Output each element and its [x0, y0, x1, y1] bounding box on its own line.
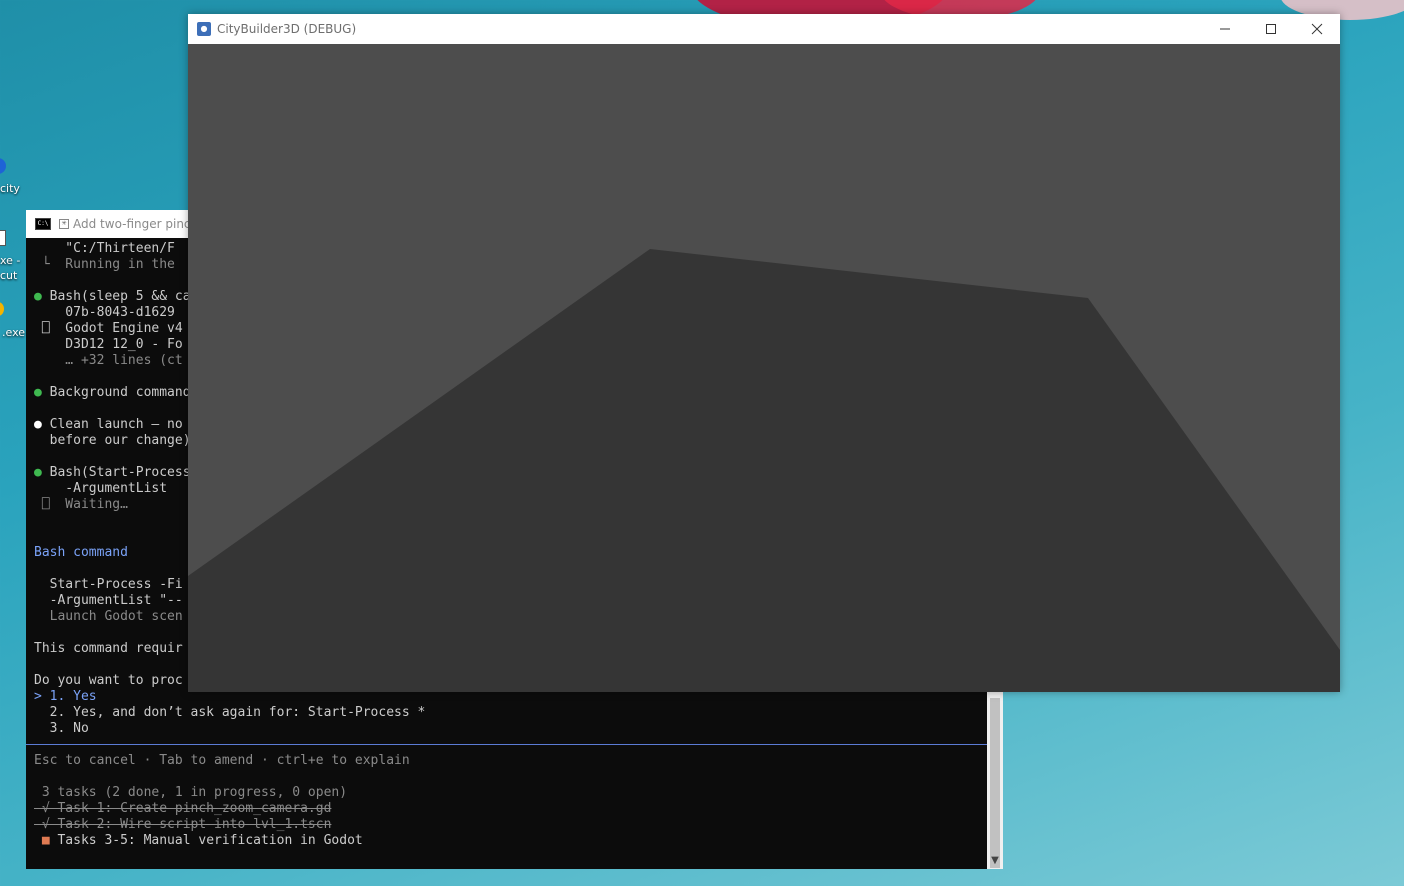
terminal-line: Esc to cancel · Tab to amend · ctrl+e to… — [34, 753, 410, 768]
terminal-line: ● Bash(sleep 5 && ca — [34, 289, 191, 304]
terminal-line: √ Task 1: Create pinch_zoom_camera.gd — [34, 801, 332, 816]
terminal-line: -ArgumentList "-- — [34, 593, 183, 608]
maximize-icon — [1266, 24, 1276, 34]
desktop-icon-label: xe - — [0, 254, 21, 267]
terminal-line: 07b-8043-d1629 — [34, 305, 175, 320]
desktop-icon-label: .exe — [2, 326, 26, 339]
desktop-icon-label: cut — [0, 269, 18, 282]
terminal-line: This command requir — [34, 641, 183, 656]
terminal-line: √ Task 2: Wire script into lvl_1.tscn — [34, 817, 332, 832]
desktop-icon-label: city — [0, 182, 20, 195]
maximize-button[interactable] — [1248, 14, 1294, 44]
terminal-line: └ Running in the — [34, 257, 183, 272]
minimize-button[interactable] — [1202, 14, 1248, 44]
terminal-line: Bash command — [34, 545, 128, 560]
minimize-icon — [1220, 28, 1230, 30]
scrollbar-thumb[interactable] — [990, 698, 1000, 868]
godot-icon: ● — [197, 22, 211, 36]
terminal-line: ⎕ Godot Engine v4 — [34, 321, 183, 336]
terminal-title: Add two-finger pinch — [73, 217, 199, 231]
terminal-line: Do you want to proc — [34, 673, 183, 688]
terminal-line: Launch Godot scen — [34, 609, 183, 624]
ground-plane — [188, 249, 1340, 692]
game-title: CityBuilder3D (DEBUG) — [217, 22, 357, 36]
scroll-down-icon[interactable]: ▼ — [987, 853, 1003, 869]
ground-plane-shape — [188, 249, 1340, 692]
terminal-line: -ArgumentList — [34, 481, 175, 496]
terminal-line: Start-Process -Fi — [34, 577, 183, 592]
terminal-line: ⎕ Waiting… — [34, 497, 128, 512]
terminal-line: D3D12 12_0 - Fo — [34, 337, 183, 352]
desktop-icon-city[interactable] — [0, 158, 6, 174]
game-titlebar[interactable]: ● CityBuilder3D (DEBUG) — [188, 14, 1340, 44]
terminal-line: 2. Yes, and don’t ask again for: Start-P… — [34, 705, 426, 720]
game-viewport[interactable] — [188, 44, 1340, 692]
console-icon: C:\ — [35, 218, 51, 230]
terminal-line: ● Clean launch — no — [34, 417, 191, 432]
game-window[interactable]: ● CityBuilder3D (DEBUG) — [188, 14, 1340, 692]
close-button[interactable] — [1294, 14, 1340, 44]
terminal-line: 3 tasks (2 done, 1 in progress, 0 open) — [34, 785, 348, 800]
terminal-line: ■ Tasks 3-5: Manual verification in Godo… — [41, 833, 363, 848]
terminal-line: "C:/Thirteen/F — [34, 241, 175, 256]
terminal-line: … +32 lines (ct — [34, 353, 183, 368]
terminal-line: ● Bash(Start-Process — [34, 465, 191, 480]
terminal-line: > 1. Yes — [34, 689, 97, 704]
close-icon — [1311, 23, 1323, 35]
desktop-icon-shortcut[interactable] — [0, 230, 6, 246]
terminal-line: before our change) — [34, 433, 191, 448]
prompt-divider — [26, 744, 987, 745]
terminal-line: ● Background command — [34, 385, 191, 400]
terminal-line: 3. No — [34, 721, 89, 736]
spinner-icon: ✳ — [59, 219, 69, 229]
desktop-icon-exe[interactable] — [0, 302, 4, 316]
